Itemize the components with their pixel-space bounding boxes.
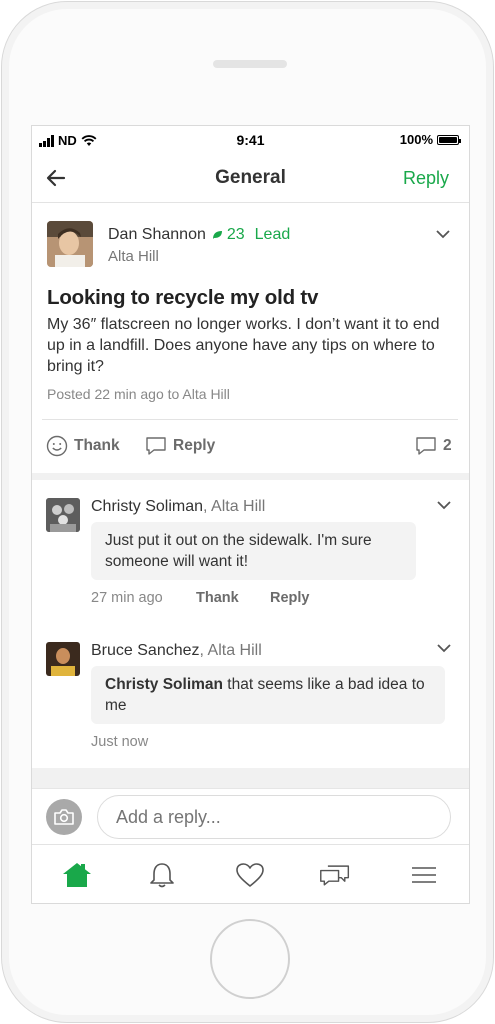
comment-bubble: Christy Soliman that seems like a bad id…: [91, 666, 445, 724]
speech-bubble-icon: [146, 437, 166, 455]
thank-label: Thank: [74, 437, 120, 454]
heart-icon[interactable]: [234, 861, 266, 889]
smile-icon: [46, 435, 68, 457]
app-screen: ND 9:41 100% General Reply Dan Shannon 2…: [31, 125, 470, 904]
comment-author-line: Bruce Sanchez, Alta Hill: [91, 642, 262, 660]
comment-location: , Alta Hill: [199, 642, 262, 659]
comment-author[interactable]: Bruce Sanchez: [91, 642, 200, 659]
comment-count[interactable]: 2: [415, 435, 452, 457]
section-gap: [32, 768, 469, 788]
post-author-name[interactable]: Dan Shannon: [108, 226, 206, 244]
reply-input[interactable]: [97, 795, 451, 839]
menu-icon[interactable]: [408, 861, 440, 889]
thank-button[interactable]: Thank: [46, 435, 120, 457]
camera-icon: [54, 809, 74, 825]
post-title: Looking to recycle my old tv: [47, 286, 319, 309]
author-avatar[interactable]: [47, 221, 93, 267]
battery-percent: 100%: [399, 132, 433, 147]
nav-header: General Reply: [32, 156, 469, 203]
camera-button[interactable]: [46, 799, 82, 835]
comments-icon: [416, 437, 436, 455]
home-icon[interactable]: [61, 861, 93, 889]
post-author-line: Dan Shannon 23 Lead: [108, 226, 290, 244]
status-right: 100%: [399, 132, 461, 147]
leaf-icon: [212, 231, 222, 239]
comment-count-value: 2: [443, 437, 452, 454]
comment-author[interactable]: Christy Soliman: [91, 498, 203, 515]
chat-icon[interactable]: [319, 861, 351, 889]
comment-time: 27 min ago: [91, 590, 163, 606]
reply-button[interactable]: Reply: [145, 435, 215, 457]
home-button[interactable]: [210, 919, 290, 999]
comment-location: , Alta Hill: [203, 498, 266, 515]
lead-badge: 23 Lead: [212, 226, 290, 244]
status-bar: ND 9:41 100%: [32, 126, 469, 156]
comment-time: Just now: [91, 734, 149, 750]
mention-link[interactable]: Christy Soliman: [105, 676, 223, 693]
bell-icon[interactable]: [146, 861, 178, 889]
comment-meta: Just now: [91, 734, 148, 750]
comment-author-line: Christy Soliman, Alta Hill: [91, 498, 265, 516]
comment-reply-button[interactable]: Reply: [270, 590, 310, 606]
header-reply-button[interactable]: Reply: [403, 168, 449, 189]
comment-bubble: Just put it out on the sidewalk. I'm sur…: [91, 522, 416, 580]
phone-frame: ND 9:41 100% General Reply Dan Shannon 2…: [1, 1, 494, 1023]
divider: [42, 419, 458, 420]
battery-icon: [437, 134, 461, 145]
speaker-grille: [213, 60, 287, 68]
post-meta: Posted 22 min ago to Alta Hill: [47, 386, 230, 402]
post-location: Alta Hill: [108, 248, 159, 265]
chevron-down-icon[interactable]: [437, 644, 451, 653]
avatar-photo: [46, 498, 80, 532]
section-gap: [32, 473, 469, 480]
reply-composer: [32, 788, 469, 845]
comment-meta: 27 min ago Thank Reply: [91, 590, 310, 606]
post-body: My 36″ flatscreen no longer works. I don…: [47, 316, 440, 375]
lead-count: 23: [226, 226, 245, 243]
chevron-down-icon[interactable]: [437, 501, 451, 510]
comment-avatar[interactable]: [46, 642, 80, 676]
avatar-photo: [47, 221, 93, 267]
comment-thank-button[interactable]: Thank: [196, 590, 270, 606]
avatar-photo: [46, 642, 80, 676]
comment-avatar[interactable]: [46, 498, 80, 532]
tab-bar: [32, 844, 469, 903]
lead-label: Lead: [254, 226, 291, 243]
chevron-down-icon[interactable]: [436, 230, 450, 239]
reply-label: Reply: [173, 437, 216, 454]
